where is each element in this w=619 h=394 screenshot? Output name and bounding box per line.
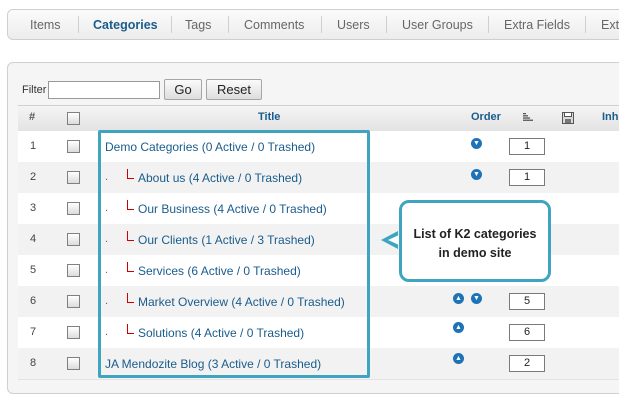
callout-line-2: in demo site bbox=[438, 246, 512, 260]
move-up-icon[interactable]: ▲ bbox=[453, 293, 464, 304]
tab-users[interactable]: Users bbox=[337, 18, 370, 32]
move-down-icon[interactable]: ▼ bbox=[471, 293, 482, 304]
column-order[interactable]: Order bbox=[471, 111, 501, 123]
move-up-icon[interactable]: ▲ bbox=[453, 322, 464, 333]
move-down-icon[interactable]: ▼ bbox=[471, 138, 482, 149]
row-checkbox[interactable] bbox=[67, 233, 80, 246]
select-all-checkbox[interactable] bbox=[67, 112, 80, 125]
sort-icon[interactable] bbox=[523, 113, 533, 121]
callout-line-1: List of K2 categories bbox=[413, 227, 537, 241]
save-order-icon[interactable] bbox=[562, 112, 574, 124]
tab-separator bbox=[488, 16, 489, 33]
tab-separator bbox=[321, 16, 322, 33]
column-title[interactable]: Title bbox=[258, 111, 280, 123]
tab-separator bbox=[228, 16, 229, 33]
row-number: 2 bbox=[30, 171, 37, 183]
row-checkbox[interactable] bbox=[67, 140, 80, 153]
callout-pointer-inner bbox=[388, 235, 399, 245]
row-number: 3 bbox=[30, 202, 37, 214]
row-number: 5 bbox=[30, 264, 37, 276]
tab-categories[interactable]: Categories bbox=[93, 18, 158, 32]
tab-user-groups[interactable]: User Groups bbox=[402, 18, 473, 32]
order-input[interactable]: 5 bbox=[509, 293, 545, 310]
tab-separator bbox=[171, 16, 172, 33]
row-checkbox[interactable] bbox=[67, 202, 80, 215]
go-button[interactable]: Go bbox=[164, 79, 202, 100]
row-checkbox[interactable] bbox=[67, 171, 80, 184]
tab-items[interactable]: Items bbox=[30, 18, 61, 32]
tab-extra-field-groups[interactable]: Ext bbox=[601, 18, 619, 32]
row-checkbox[interactable] bbox=[67, 264, 80, 277]
order-input[interactable]: 2 bbox=[509, 355, 545, 372]
row-checkbox[interactable] bbox=[67, 326, 80, 339]
tab-separator bbox=[78, 16, 79, 33]
row-number: 7 bbox=[30, 326, 37, 338]
order-input[interactable]: 6 bbox=[509, 324, 545, 341]
order-input[interactable]: 1 bbox=[509, 169, 545, 186]
table-header: # Title Order Inh bbox=[18, 105, 619, 132]
move-down-icon[interactable]: ▼ bbox=[471, 169, 482, 180]
tab-separator bbox=[386, 16, 387, 33]
callout-box: List of K2 categories in demo site bbox=[399, 200, 551, 282]
row-number: 1 bbox=[30, 140, 37, 152]
row-number: 4 bbox=[30, 233, 37, 245]
order-input[interactable]: 1 bbox=[509, 138, 545, 155]
tab-tags[interactable]: Tags bbox=[185, 18, 211, 32]
row-checkbox[interactable] bbox=[67, 357, 80, 370]
column-inherit[interactable]: Inh bbox=[602, 111, 619, 123]
row-checkbox[interactable] bbox=[67, 295, 80, 308]
row-number: 6 bbox=[30, 295, 37, 307]
move-up-icon[interactable]: ▲ bbox=[453, 353, 464, 364]
column-number: # bbox=[29, 111, 36, 123]
tab-bar: Items Categories Tags Comments Users Use… bbox=[7, 9, 619, 40]
tab-extra-fields[interactable]: Extra Fields bbox=[504, 18, 570, 32]
filter-input[interactable] bbox=[48, 81, 160, 99]
filter-label: Filter bbox=[22, 84, 47, 96]
callout-text: List of K2 categories in demo site bbox=[402, 225, 548, 263]
reset-button[interactable]: Reset bbox=[206, 79, 262, 100]
tab-comments[interactable]: Comments bbox=[244, 18, 304, 32]
tab-separator bbox=[585, 16, 586, 33]
row-number: 8 bbox=[30, 357, 37, 369]
highlight-frame bbox=[98, 130, 370, 378]
